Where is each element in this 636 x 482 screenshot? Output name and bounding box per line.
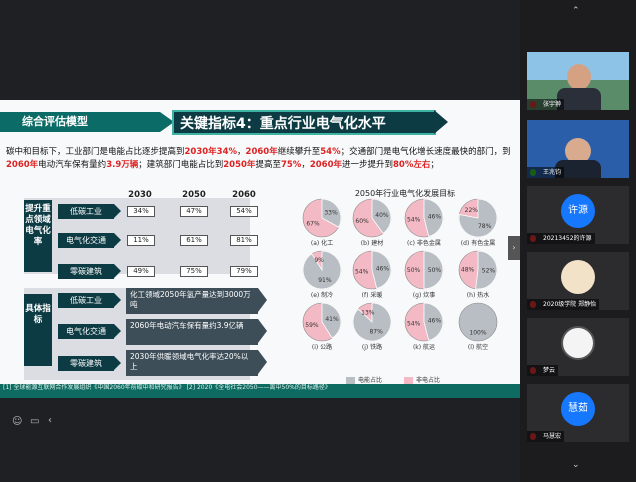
- participant-name: 20213452的许源: [527, 233, 595, 244]
- pie-chart: 46% 54%: [404, 302, 444, 342]
- participant-name: 梦云: [527, 365, 559, 376]
- pie-label: (d) 有色金属: [460, 240, 496, 247]
- pie-label: (c) 非色金属: [407, 240, 441, 247]
- pie-data-label: 50%: [407, 267, 421, 274]
- pie-data-label: 33%: [324, 210, 338, 217]
- pie-data-label: 46%: [428, 318, 442, 325]
- chevron-right-icon[interactable]: ›: [508, 236, 520, 260]
- pie-chart: 33% 67%: [302, 198, 342, 238]
- pie-label: (f) 采暖: [361, 292, 383, 299]
- participant-name: 张宇翀: [527, 99, 565, 110]
- pie-label: (i) 公路: [311, 344, 333, 351]
- avatar: 慧茹: [561, 392, 595, 426]
- participant-video-1[interactable]: 张宇翀: [527, 52, 629, 110]
- slide-footer: [1] 全球能源互联网合作发展组织《中国2060年前碳中和研究报告》 [2] 2…: [0, 384, 520, 398]
- participant-name: 王兆钧: [527, 167, 565, 178]
- chevron-up-icon[interactable]: ⌃: [572, 6, 580, 16]
- pie-label: (h) 热水: [466, 292, 490, 299]
- pie-chart: 40% 60%: [352, 198, 392, 238]
- pie-data-label: 100%: [469, 329, 486, 336]
- pie-label: (k) 航运: [412, 344, 436, 351]
- pie-chart: 100%: [458, 302, 498, 342]
- pie-label: (j) 铁路: [361, 344, 383, 351]
- pie-data-label: 78%: [478, 223, 492, 230]
- pie-chart: 41% 59%: [302, 302, 342, 342]
- pie-data-label: 52%: [482, 268, 496, 275]
- pie-label: (b) 建材: [360, 240, 384, 247]
- pie-chart: 50% 50%: [404, 250, 444, 290]
- pie-chart: 46% 54%: [404, 198, 444, 238]
- avatar: [561, 260, 595, 294]
- participant-tile-3[interactable]: 许源 20213452的许源: [527, 186, 629, 244]
- pie-label: (a) 化工: [310, 240, 334, 247]
- pie-chart: 91% 9%: [302, 250, 342, 290]
- pie-data-label: 91%: [318, 277, 332, 284]
- pie-data-label: 60%: [355, 218, 369, 225]
- emoji-icon[interactable]: ☺: [12, 416, 22, 427]
- avatar: [561, 326, 595, 360]
- pie-chart: 46% 54%: [352, 250, 392, 290]
- pie-data-label: 50%: [428, 267, 442, 274]
- participant-name: 2020级学院 郑静怡: [527, 299, 600, 310]
- pie-data-label: 54%: [407, 216, 421, 223]
- pie-data-label: 40%: [375, 212, 389, 219]
- pie-data-label: 41%: [325, 316, 339, 323]
- chevron-down-icon[interactable]: ⌄: [572, 460, 580, 470]
- pie-label: (g) 炊事: [412, 292, 436, 299]
- pie-data-label: 67%: [306, 220, 320, 227]
- pie-data-label: 54%: [407, 320, 421, 327]
- pie-data-label: 87%: [369, 329, 383, 336]
- pie-data-label: 9%: [314, 257, 324, 264]
- pie-chart: 78% 22%: [458, 198, 498, 238]
- participant-tile-5[interactable]: 梦云: [527, 318, 629, 376]
- shared-screen: 综合评估模型 关键指标4：重点行业电气化水平 碳中和目标下，工业部门是电能占比逐…: [0, 0, 520, 482]
- participant-name: 马慧宏: [527, 431, 565, 442]
- toolbar: ☺ ▭ ‹: [0, 414, 60, 432]
- pie-data-label: 13%: [361, 309, 375, 316]
- participant-tile-6[interactable]: 慧茹 马慧宏: [527, 384, 629, 442]
- pie-data-label: 59%: [305, 322, 319, 329]
- pie-data-label: 54%: [355, 268, 369, 275]
- participant-tile-4[interactable]: 2020级学院 郑静怡: [527, 252, 629, 310]
- avatar: 许源: [561, 194, 595, 228]
- pie-label: (e) 制冷: [310, 292, 334, 299]
- legend-non-electric: 非电占比: [404, 375, 440, 384]
- legend-electric: 电能占比: [346, 375, 382, 384]
- presentation-slide: 综合评估模型 关键指标4：重点行业电气化水平 碳中和目标下，工业部门是电能占比逐…: [0, 100, 520, 384]
- pie-data-label: 22%: [465, 207, 479, 214]
- participant-video-2[interactable]: 王兆钧: [527, 120, 629, 178]
- pie-label: (l) 航空: [467, 344, 489, 351]
- pie-chart: 87% 13%: [352, 302, 392, 342]
- pie-data-label: 46%: [428, 214, 442, 221]
- chat-icon[interactable]: ▭: [30, 416, 39, 427]
- pie-data-label: 46%: [376, 266, 390, 273]
- pie-chart: 52% 48%: [458, 250, 498, 290]
- pie-data-label: 48%: [461, 266, 475, 273]
- chevron-left-icon[interactable]: ‹: [48, 415, 52, 426]
